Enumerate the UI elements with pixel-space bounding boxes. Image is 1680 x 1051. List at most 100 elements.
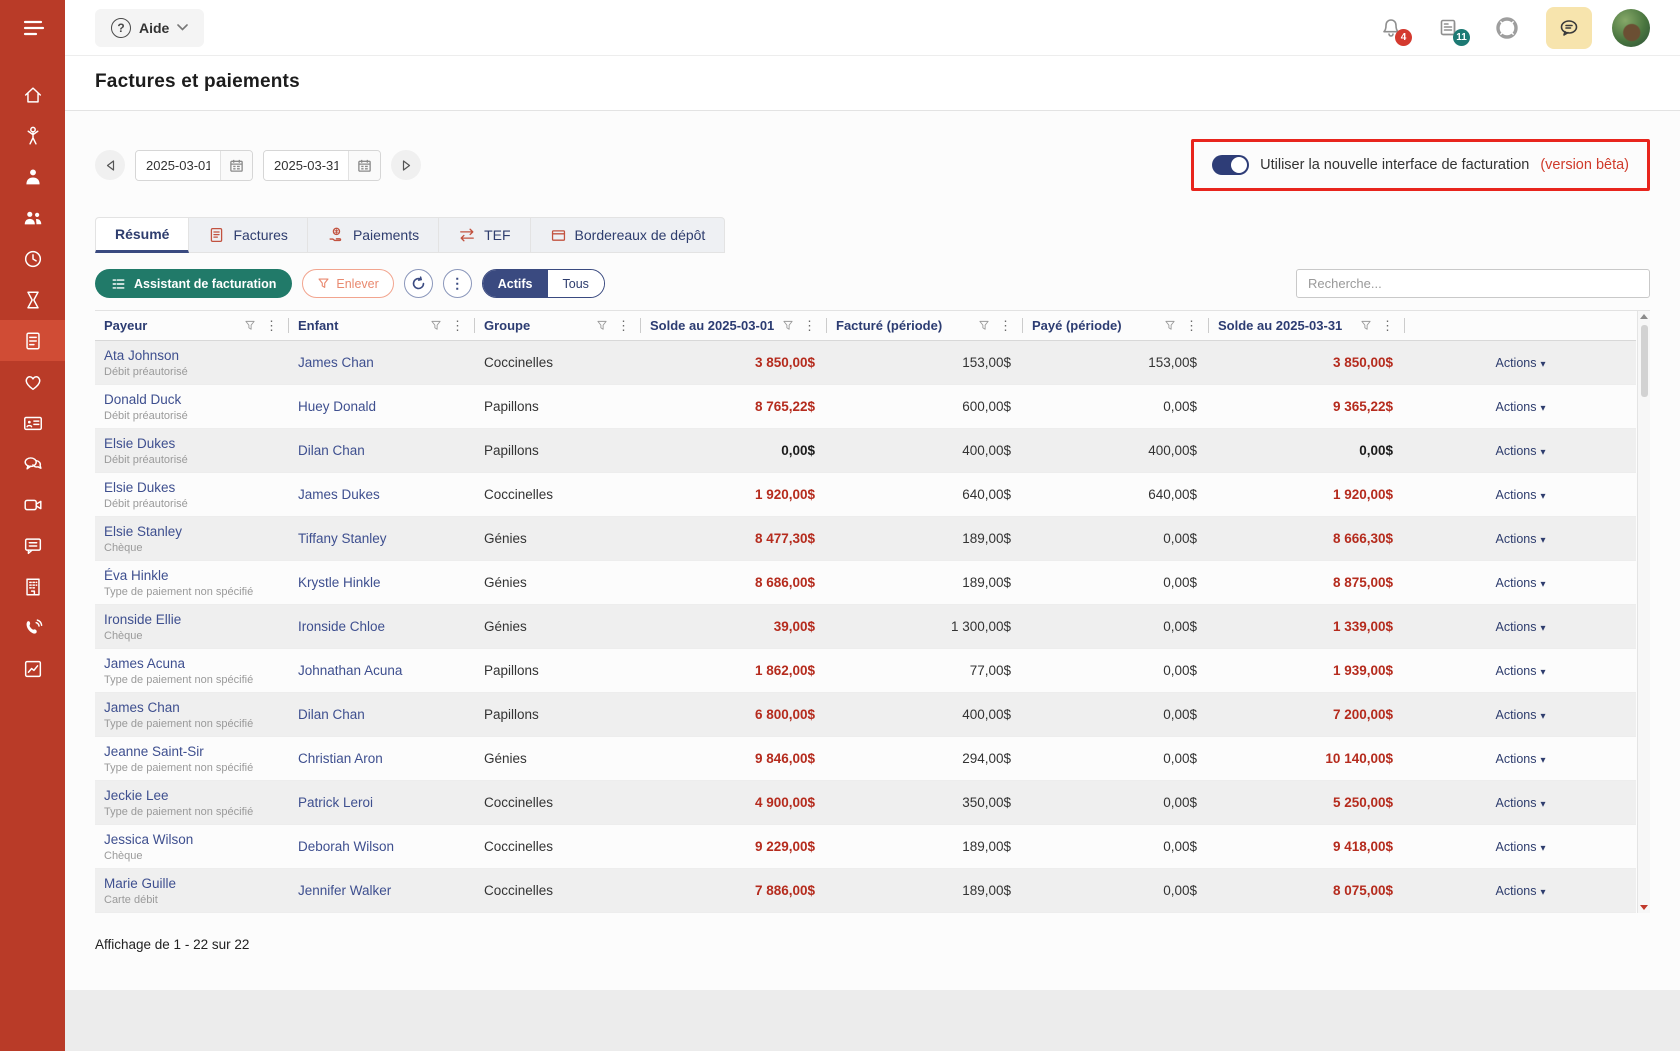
actions-dropdown[interactable]: Actions xyxy=(1489,531,1551,547)
support-button[interactable] xyxy=(1488,8,1526,48)
sidebar-item-schedule[interactable] xyxy=(0,238,65,279)
sidebar-item-notes[interactable] xyxy=(0,525,65,566)
tab-factures[interactable]: Factures xyxy=(189,217,307,253)
chat-button[interactable] xyxy=(1546,7,1592,49)
actions-dropdown[interactable]: Actions xyxy=(1489,883,1551,899)
child-name[interactable]: Johnathan Acuna xyxy=(298,663,466,678)
tab-paiements[interactable]: Paiements xyxy=(308,217,439,253)
payer-name[interactable]: James Chan xyxy=(104,700,280,715)
column-menu-icon[interactable]: ⋮ xyxy=(449,319,466,332)
child-name[interactable]: Krystle Hinkle xyxy=(298,575,466,590)
column-menu-icon[interactable]: ⋮ xyxy=(801,319,818,332)
child-name[interactable]: Christian Aron xyxy=(298,751,466,766)
payer-name[interactable]: Marie Guille xyxy=(104,876,280,891)
end-date-calendar-button[interactable] xyxy=(348,151,380,180)
sidebar-item-contacts[interactable] xyxy=(0,402,65,443)
vertical-scrollbar[interactable] xyxy=(1637,311,1650,913)
avatar[interactable] xyxy=(1612,9,1650,47)
sidebar-item-health[interactable] xyxy=(0,361,65,402)
sidebar-item-children[interactable] xyxy=(0,115,65,156)
child-name[interactable]: Huey Donald xyxy=(298,399,466,414)
sidebar-item-organization[interactable] xyxy=(0,566,65,607)
previous-period-button[interactable] xyxy=(95,150,125,180)
menu-button[interactable] xyxy=(0,0,65,56)
child-name[interactable]: Jennifer Walker xyxy=(298,883,466,898)
actions-dropdown[interactable]: Actions xyxy=(1489,443,1551,459)
end-date-input[interactable] xyxy=(264,151,348,180)
column-menu-icon[interactable]: ⋮ xyxy=(997,319,1014,332)
actions-dropdown[interactable]: Actions xyxy=(1489,663,1551,679)
child-name[interactable]: Dilan Chan xyxy=(298,443,466,458)
filter-icon[interactable] xyxy=(978,319,990,332)
remove-filter-button[interactable]: Enlever xyxy=(302,269,393,298)
actions-dropdown[interactable]: Actions xyxy=(1489,487,1551,503)
payer-name[interactable]: Jeckie Lee xyxy=(104,788,280,803)
sidebar-item-billing[interactable] xyxy=(0,320,65,361)
payer-name[interactable]: Elsie Stanley xyxy=(104,524,280,539)
segment-tous[interactable]: Tous xyxy=(548,270,604,297)
more-options-button[interactable]: ⋮ xyxy=(443,269,472,298)
filter-icon[interactable] xyxy=(596,319,608,332)
column-menu-icon[interactable]: ⋮ xyxy=(263,319,280,332)
child-name[interactable]: James Chan xyxy=(298,355,466,370)
sidebar-item-staff[interactable] xyxy=(0,156,65,197)
payer-name[interactable]: James Acuna xyxy=(104,656,280,671)
scroll-up-icon[interactable] xyxy=(1640,314,1648,319)
sidebar-item-home[interactable] xyxy=(0,74,65,115)
tab-bordereaux[interactable]: Bordereaux de dépôt xyxy=(531,217,726,253)
child-name[interactable]: Ironside Chloe xyxy=(298,619,466,634)
child-name[interactable]: Dilan Chan xyxy=(298,707,466,722)
actions-dropdown[interactable]: Actions xyxy=(1489,839,1551,855)
payer-name[interactable]: Éva Hinkle xyxy=(104,568,280,583)
actions-dropdown[interactable]: Actions xyxy=(1489,751,1551,767)
child-name[interactable]: Tiffany Stanley xyxy=(298,531,466,546)
column-menu-icon[interactable]: ⋮ xyxy=(615,319,632,332)
tab-resume[interactable]: Résumé xyxy=(95,217,189,253)
start-date-input[interactable] xyxy=(136,151,220,180)
payer-name[interactable]: Jessica Wilson xyxy=(104,832,280,847)
sidebar-item-messages[interactable] xyxy=(0,443,65,484)
child-name[interactable]: Deborah Wilson xyxy=(298,839,466,854)
column-menu-icon[interactable]: ⋮ xyxy=(1183,319,1200,332)
actions-dropdown[interactable]: Actions xyxy=(1489,575,1551,591)
next-period-button[interactable] xyxy=(391,150,421,180)
actions-dropdown[interactable]: Actions xyxy=(1489,355,1551,371)
filter-icon[interactable] xyxy=(782,319,794,332)
column-menu-icon[interactable]: ⋮ xyxy=(1379,319,1396,332)
payer-name[interactable]: Ironside Ellie xyxy=(104,612,280,627)
beta-toggle[interactable] xyxy=(1212,155,1249,175)
filter-icon[interactable] xyxy=(1164,319,1176,332)
child-name[interactable]: Patrick Leroi xyxy=(298,795,466,810)
payer-name[interactable]: Elsie Dukes xyxy=(104,480,280,495)
filter-icon[interactable] xyxy=(1360,319,1372,332)
filter-icon[interactable] xyxy=(244,319,256,332)
filter-icon[interactable] xyxy=(430,319,442,332)
child-cell: Christian Aron xyxy=(289,751,475,766)
payer-name[interactable]: Jeanne Saint-Sir xyxy=(104,744,280,759)
notifications-button[interactable]: 4 xyxy=(1372,8,1410,48)
payer-name[interactable]: Elsie Dukes xyxy=(104,436,280,451)
sidebar-item-reports[interactable] xyxy=(0,648,65,689)
sidebar-item-families[interactable] xyxy=(0,197,65,238)
sidebar-item-video[interactable] xyxy=(0,484,65,525)
actions-dropdown[interactable]: Actions xyxy=(1489,707,1551,723)
sidebar-item-calls[interactable] xyxy=(0,607,65,648)
scroll-down-icon[interactable] xyxy=(1640,905,1648,910)
actions-dropdown[interactable]: Actions xyxy=(1489,399,1551,415)
billing-assistant-button[interactable]: Assistant de facturation xyxy=(95,269,292,298)
start-date-calendar-button[interactable] xyxy=(220,151,252,180)
page-title: Factures et paiements xyxy=(95,71,1650,93)
tab-tef[interactable]: TEF xyxy=(439,217,530,253)
help-button[interactable]: ? Aide xyxy=(95,9,204,47)
payer-name[interactable]: Ata Johnson xyxy=(104,348,280,363)
refresh-button[interactable] xyxy=(404,269,433,298)
sidebar-item-waitlist[interactable] xyxy=(0,279,65,320)
actions-dropdown[interactable]: Actions xyxy=(1489,795,1551,811)
scrollbar-thumb[interactable] xyxy=(1641,325,1648,397)
segment-actifs[interactable]: Actifs xyxy=(483,270,548,297)
payer-name[interactable]: Donald Duck xyxy=(104,392,280,407)
search-input[interactable] xyxy=(1296,269,1650,298)
invoices-button[interactable]: 11 xyxy=(1430,8,1468,48)
child-name[interactable]: James Dukes xyxy=(298,487,466,502)
actions-dropdown[interactable]: Actions xyxy=(1489,619,1551,635)
